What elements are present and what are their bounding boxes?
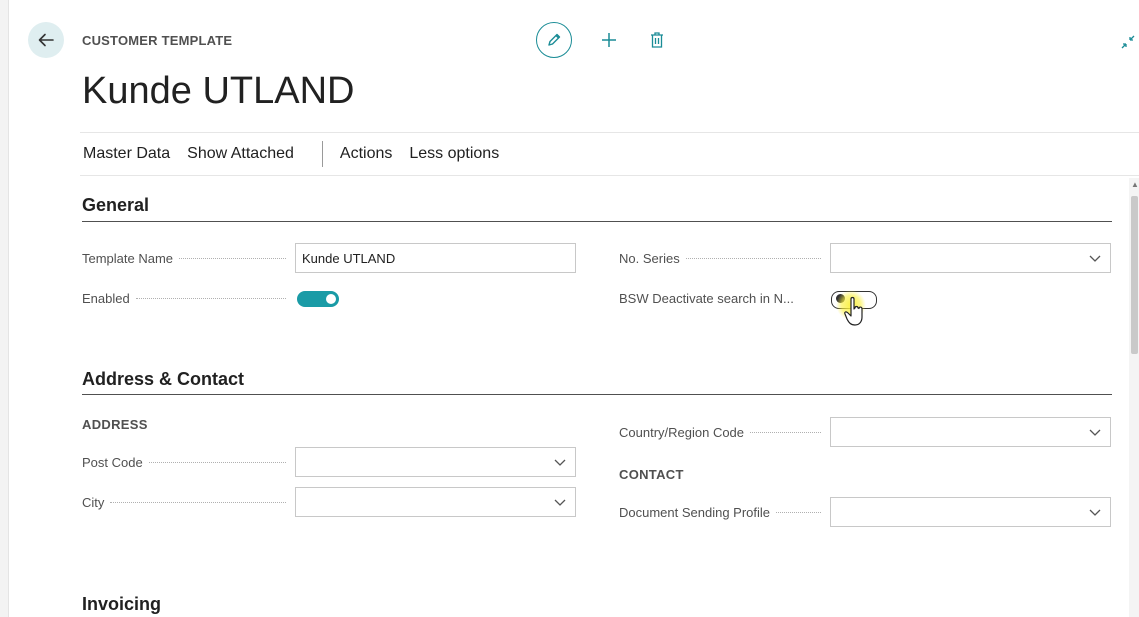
template-name-label: Template Name [82,250,294,266]
section-general-title[interactable]: General [82,195,149,216]
menu-show-attached[interactable]: Show Attached [184,145,308,163]
template-name-input[interactable]: Kunde UTLAND [295,243,576,273]
back-button[interactable] [28,22,64,58]
new-button[interactable] [598,22,620,58]
section-general-divider [82,221,1112,222]
page-caption: CUSTOMER TEMPLATE [82,33,233,48]
chevron-down-icon [554,459,566,466]
scrollbar-thumb[interactable] [1131,196,1138,354]
no-series-select[interactable] [830,243,1111,273]
menu-master-data[interactable]: Master Data [80,145,184,163]
back-arrow-icon [38,33,54,47]
post-code-label: Post Code [82,454,294,470]
menu-separator [321,141,323,167]
menu-actions[interactable]: Actions [337,145,406,163]
edit-button[interactable] [536,22,572,58]
collapse-icon[interactable] [1120,34,1136,50]
plus-icon [602,33,616,47]
bsw-deactivate-label: BSW Deactivate search in N... [619,290,794,306]
menu-less-options[interactable]: Less options [406,145,513,163]
city-select[interactable] [295,487,576,517]
section-invoicing-title[interactable]: Invoicing [82,594,161,615]
scroll-up-icon[interactable]: ▲ [1131,180,1139,189]
enabled-label: Enabled [82,290,294,306]
document-sending-profile-label: Document Sending Profile [619,504,829,520]
edit-pencil-icon [548,33,561,46]
contact-subheading: CONTACT [619,467,684,482]
no-series-label: No. Series [619,250,829,266]
document-sending-profile-select[interactable] [830,497,1111,527]
chevron-down-icon [1089,255,1101,262]
chevron-down-icon [554,499,566,506]
hand-pointer-icon [844,296,863,326]
page-title: Kunde UTLAND [82,70,355,112]
post-code-select[interactable] [295,447,576,477]
delete-trash-icon [651,32,663,48]
section-address-contact-title[interactable]: Address & Contact [82,369,244,390]
left-edge-panel [0,0,9,617]
city-label: City [82,494,294,510]
top-action-bar [536,22,668,58]
action-menu-bar: Master Data Show Attached Actions Less o… [80,132,1139,176]
enabled-toggle[interactable] [297,291,339,307]
country-region-code-select[interactable] [830,417,1111,447]
address-subheading: ADDRESS [82,417,148,432]
country-region-code-label: Country/Region Code [619,424,829,440]
delete-button[interactable] [646,22,668,58]
section-address-contact-divider [82,394,1112,395]
chevron-down-icon [1089,429,1101,436]
chevron-down-icon [1089,509,1101,516]
